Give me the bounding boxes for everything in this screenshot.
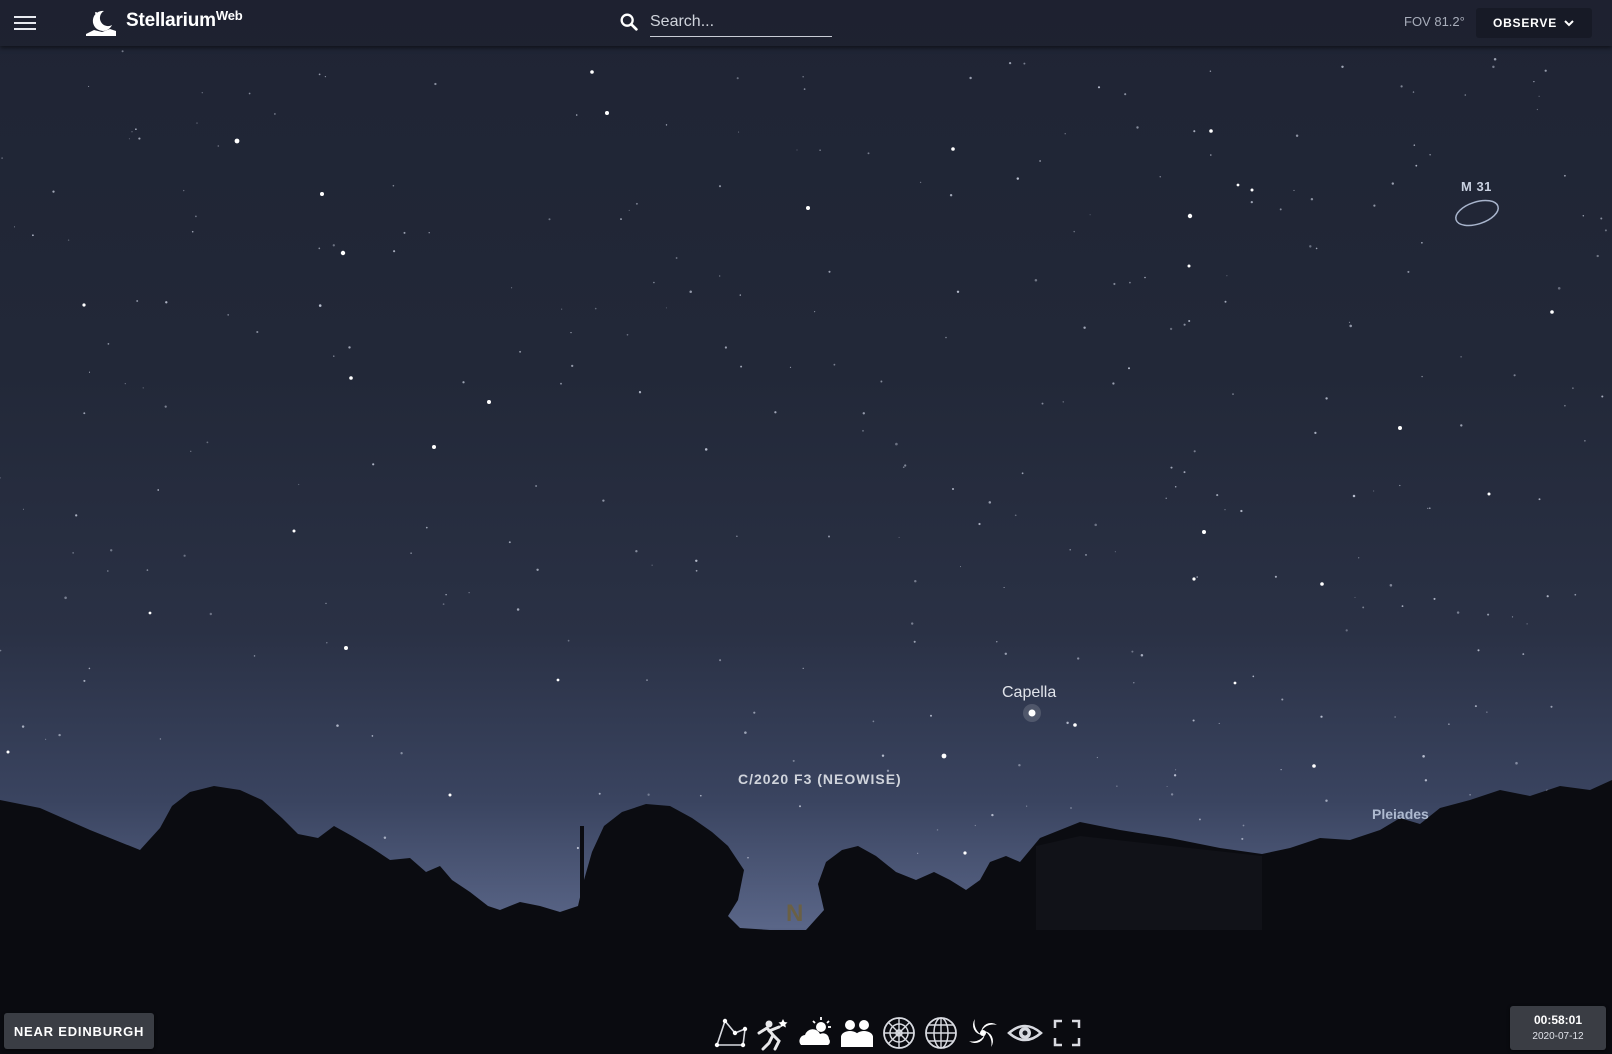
night-mode-icon[interactable] <box>1006 1013 1044 1053</box>
pleiades-label[interactable]: Pleiades <box>1372 806 1429 822</box>
stellarium-logo-icon <box>86 10 116 36</box>
north-cardinal-label: N <box>786 900 804 927</box>
top-toolbar: StellariumWeb FOV 81.2° OBSERVE <box>0 0 1612 46</box>
capella-label[interactable]: Capella <box>1002 684 1056 702</box>
landscape-silhouette <box>0 780 1612 1054</box>
atmosphere-icon[interactable] <box>796 1013 834 1053</box>
observe-dropdown-button[interactable]: OBSERVE <box>1476 8 1592 38</box>
search-input[interactable] <box>650 8 832 37</box>
date-time-button[interactable]: 00:58:01 2020-07-12 <box>1510 1006 1606 1050</box>
chevron-down-icon <box>1564 20 1574 27</box>
sky-view[interactable]: Capella C/2020 F3 (NEOWISE) M 31 Pleiade… <box>0 0 1612 1054</box>
fullscreen-icon[interactable] <box>1048 1013 1086 1053</box>
equatorial-grid-icon[interactable] <box>922 1013 960 1053</box>
location-button[interactable]: NEAR EDINBURGH <box>4 1013 154 1049</box>
date-readout: 2020-07-12 <box>1532 1031 1584 1042</box>
azimuthal-grid-icon[interactable] <box>880 1013 918 1053</box>
fov-readout: FOV 81.2° <box>1404 14 1465 29</box>
m31-label[interactable]: M 31 <box>1461 179 1492 194</box>
constellation-art-icon[interactable] <box>754 1013 792 1053</box>
bottom-toolbar <box>712 1013 1086 1053</box>
deep-sky-objects-icon[interactable] <box>964 1013 1002 1053</box>
comet-neowise-label[interactable]: C/2020 F3 (NEOWISE) <box>738 771 902 787</box>
search-icon[interactable] <box>618 11 640 33</box>
landscape-icon[interactable] <box>838 1013 876 1053</box>
constellation-lines-icon[interactable] <box>712 1013 750 1053</box>
menu-icon[interactable] <box>14 12 36 34</box>
time-readout: 00:58:01 <box>1533 1013 1583 1027</box>
app-title: StellariumWeb <box>126 8 243 31</box>
observe-label: OBSERVE <box>1492 16 1558 30</box>
